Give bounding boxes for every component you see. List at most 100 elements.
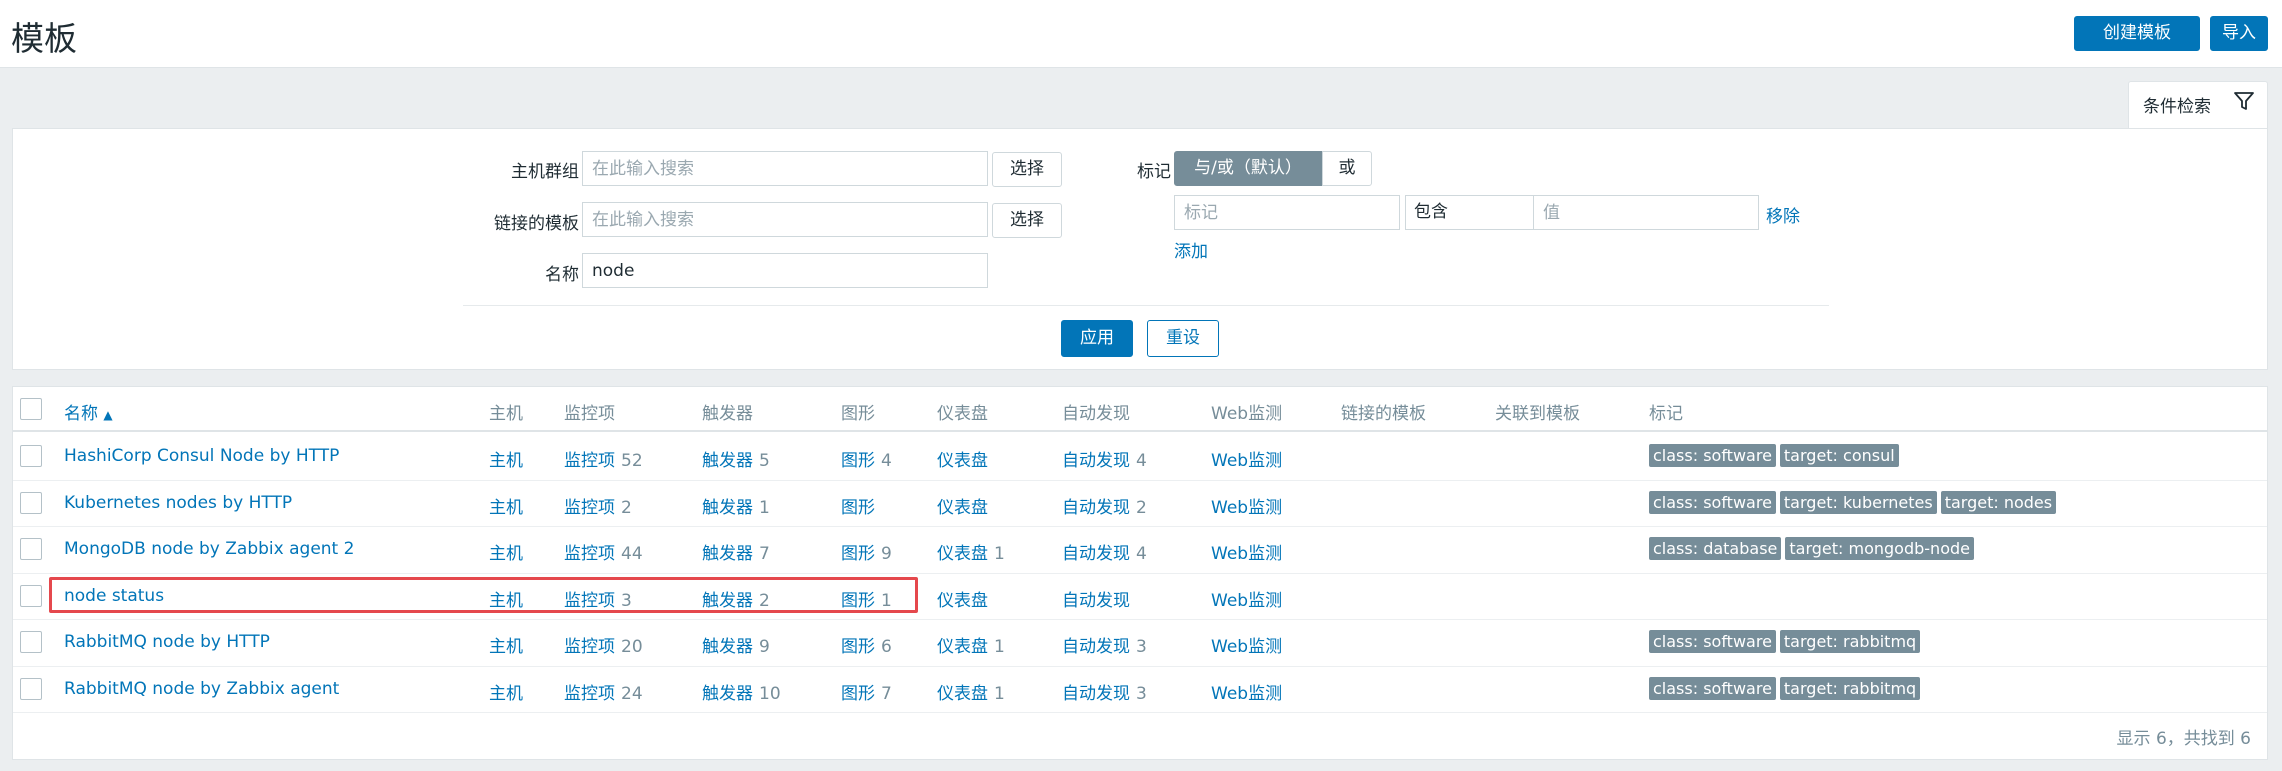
- row-checkbox[interactable]: [20, 677, 42, 700]
- tag-value-input[interactable]: [1533, 195, 1759, 230]
- cell-hosts: 主机: [489, 446, 523, 471]
- select-all-checkbox[interactable]: [20, 398, 42, 420]
- tag-badge[interactable]: class: software: [1649, 490, 1776, 514]
- apply-button[interactable]: 应用: [1061, 320, 1133, 357]
- dashboards-link[interactable]: 仪表盘: [937, 451, 988, 471]
- graphs-link[interactable]: 图形: [841, 684, 875, 704]
- tags-mode-and-or[interactable]: 与/或（默认）: [1174, 151, 1322, 186]
- triggers-link[interactable]: 触发器: [702, 684, 753, 704]
- hosts-link[interactable]: 主机: [489, 451, 523, 471]
- filter-tab[interactable]: 条件检索: [2128, 81, 2268, 128]
- dashboards-link[interactable]: 仪表盘: [937, 498, 988, 518]
- tags-mode-or[interactable]: 或: [1322, 151, 1372, 186]
- tag-badge[interactable]: class: software: [1649, 676, 1776, 700]
- items-link[interactable]: 监控项: [564, 451, 615, 471]
- table-row: node status 主机 监控项 3 触发器 2 图形 1 仪表盘 自动发现 Web监测: [13, 574, 2267, 620]
- tag-add-link[interactable]: 添加: [1174, 237, 1208, 262]
- items-link[interactable]: 监控项: [564, 637, 615, 657]
- cell-triggers: 触发器 9: [702, 632, 770, 657]
- triggers-link[interactable]: 触发器: [702, 451, 753, 471]
- triggers-link[interactable]: 触发器: [702, 637, 753, 657]
- tag-badge[interactable]: class: software: [1649, 630, 1776, 653]
- name-input[interactable]: [582, 253, 988, 288]
- graphs-link[interactable]: 图形: [841, 498, 875, 518]
- graphs-link[interactable]: 图形: [841, 544, 875, 564]
- dashboards-link[interactable]: 仪表盘: [937, 591, 988, 611]
- discovery-link[interactable]: 自动发现: [1062, 637, 1130, 657]
- web-link[interactable]: Web监测: [1211, 684, 1282, 704]
- web-link[interactable]: Web监测: [1211, 498, 1282, 518]
- linked-templates-input[interactable]: [582, 202, 988, 237]
- cell-dashboards: 仪表盘 1: [937, 632, 1005, 657]
- tag-badge[interactable]: target: rabbitmq: [1779, 630, 1921, 653]
- tag-badge[interactable]: class: software: [1649, 444, 1776, 467]
- tag-badge[interactable]: target: mongodb-node: [1785, 537, 1974, 560]
- create-template-button[interactable]: 创建模板: [2074, 16, 2200, 51]
- graphs-link[interactable]: 图形: [841, 591, 875, 611]
- web-link[interactable]: Web监测: [1211, 451, 1282, 471]
- triggers-link[interactable]: 触发器: [702, 591, 753, 611]
- items-link[interactable]: 监控项: [564, 684, 615, 704]
- discovery-link[interactable]: 自动发现: [1062, 684, 1130, 704]
- host-groups-input[interactable]: [582, 151, 988, 186]
- template-name-link[interactable]: MongoDB node by Zabbix agent 2: [64, 539, 354, 559]
- cell-items: 监控项 24: [564, 679, 643, 704]
- dashboards-link[interactable]: 仪表盘: [937, 637, 988, 657]
- discovery-link[interactable]: 自动发现: [1062, 591, 1130, 611]
- cell-graphs: 图形 9: [841, 539, 892, 564]
- import-button[interactable]: 导入: [2210, 16, 2268, 51]
- cell-discovery: 自动发现 3: [1062, 679, 1147, 704]
- web-link[interactable]: Web监测: [1211, 544, 1282, 564]
- items-link[interactable]: 监控项: [564, 498, 615, 518]
- cell-tags: class: database target: mongodb-node: [1649, 537, 1978, 560]
- dashboards-link[interactable]: 仪表盘: [937, 544, 988, 564]
- row-checkbox[interactable]: [20, 445, 42, 467]
- graphs-link[interactable]: 图形: [841, 637, 875, 657]
- template-name-link[interactable]: HashiCorp Consul Node by HTTP: [64, 446, 339, 466]
- hosts-link[interactable]: 主机: [489, 637, 523, 657]
- cell-hosts: 主机: [489, 539, 523, 564]
- hosts-link[interactable]: 主机: [489, 498, 523, 518]
- discovery-link[interactable]: 自动发现: [1062, 544, 1130, 564]
- items-link[interactable]: 监控项: [564, 544, 615, 564]
- reset-button[interactable]: 重设: [1147, 320, 1219, 357]
- column-triggers: 触发器: [702, 404, 753, 424]
- graphs-link[interactable]: 图形: [841, 451, 875, 471]
- row-checkbox[interactable]: [20, 631, 42, 653]
- tag-badge[interactable]: target: rabbitmq: [1779, 676, 1921, 700]
- web-link[interactable]: Web监测: [1211, 591, 1282, 611]
- tag-remove-link[interactable]: 移除: [1766, 202, 1800, 227]
- linked-templates-select-button[interactable]: 选择: [992, 203, 1062, 238]
- cell-web: Web监测: [1211, 446, 1282, 471]
- row-checkbox[interactable]: [20, 491, 42, 514]
- discovery-link[interactable]: 自动发现: [1062, 451, 1130, 471]
- row-checkbox[interactable]: [20, 584, 42, 607]
- cell-triggers: 触发器 7: [702, 539, 770, 564]
- tag-badge[interactable]: target: nodes: [1940, 490, 2057, 514]
- hosts-link[interactable]: 主机: [489, 591, 523, 611]
- hosts-link[interactable]: 主机: [489, 544, 523, 564]
- table-row: Kubernetes nodes by HTTP 主机 监控项 2 触发器 1 图形 仪表盘 自…: [13, 481, 2267, 527]
- column-hosts: 主机: [489, 404, 523, 424]
- tag-name-input[interactable]: [1174, 195, 1400, 230]
- template-name-link[interactable]: RabbitMQ node by HTTP: [64, 632, 270, 652]
- tag-badge[interactable]: class: database: [1649, 537, 1782, 560]
- dashboards-link[interactable]: 仪表盘: [937, 684, 988, 704]
- template-name-link[interactable]: RabbitMQ node by Zabbix agent: [64, 679, 339, 699]
- row-checkbox[interactable]: [20, 538, 42, 560]
- web-link[interactable]: Web监测: [1211, 637, 1282, 657]
- hosts-link[interactable]: 主机: [489, 684, 523, 704]
- discovery-link[interactable]: 自动发现: [1062, 498, 1130, 518]
- tag-badge[interactable]: target: kubernetes: [1779, 490, 1937, 514]
- tag-badge[interactable]: target: consul: [1779, 444, 1899, 467]
- host-groups-select-button[interactable]: 选择: [992, 152, 1062, 187]
- triggers-link[interactable]: 触发器: [702, 544, 753, 564]
- cell-tags: class: software target: rabbitmq: [1649, 676, 1924, 700]
- triggers-count: 7: [759, 544, 770, 564]
- triggers-link[interactable]: 触发器: [702, 498, 753, 518]
- dashboards-count: 1: [994, 683, 1005, 704]
- template-name-link[interactable]: Kubernetes nodes by HTTP: [64, 493, 292, 513]
- template-name-link[interactable]: node status: [64, 586, 164, 606]
- column-name[interactable]: 名称 ▲: [64, 399, 113, 424]
- items-link[interactable]: 监控项: [564, 591, 615, 611]
